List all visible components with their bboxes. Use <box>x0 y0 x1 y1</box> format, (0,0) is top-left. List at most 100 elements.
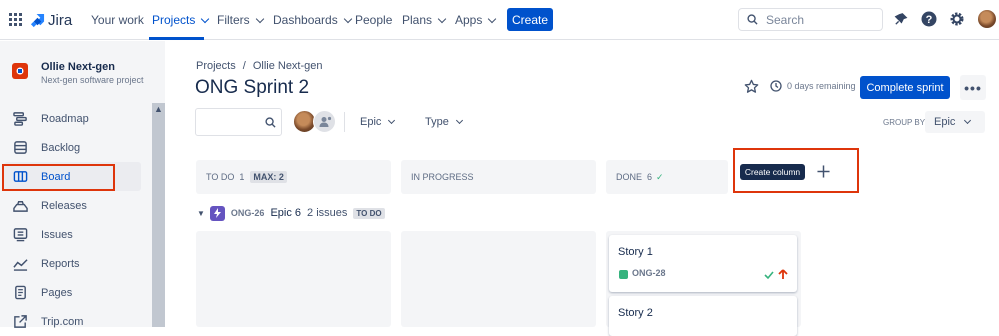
chevron-down-icon <box>343 14 352 23</box>
more-actions-button[interactable]: ••• <box>960 75 986 100</box>
status-badge: TO DO <box>353 207 385 219</box>
filter-divider <box>344 112 345 132</box>
column-header-in-progress[interactable]: IN PROGRESS <box>401 160 596 194</box>
sidebar-item-trip-com[interactable]: Trip.com <box>0 307 152 336</box>
column-header-todo[interactable]: TO DO 1 MAX: 2 <box>196 160 391 194</box>
chevron-down-icon <box>964 116 972 125</box>
search-icon <box>265 117 276 128</box>
sidebar-item-label: Reports <box>41 257 80 270</box>
epic-issue-count: 2 issues <box>307 207 348 219</box>
board-search-input[interactable] <box>195 108 282 136</box>
chevron-down-icon <box>201 14 210 23</box>
sidebar-item-label: Backlog <box>41 141 81 154</box>
epic-key: ONG-26 <box>230 208 265 218</box>
sidebar-item-label: Pages <box>41 286 73 299</box>
column-header-done[interactable]: DONE 6 ✓ <box>606 160 728 194</box>
star-icon[interactable] <box>744 79 759 99</box>
help-icon[interactable]: ? <box>920 10 938 28</box>
issue-card[interactable]: Story 1 ONG-28 <box>609 235 797 292</box>
app-switcher-icon[interactable] <box>6 10 24 28</box>
days-remaining: 0 days remaining <box>770 80 856 92</box>
clock-icon <box>770 80 782 92</box>
notifications-icon[interactable] <box>891 10 909 28</box>
search-icon <box>747 14 758 25</box>
project-avatar <box>12 63 28 79</box>
card-title: Story 2 <box>618 307 653 319</box>
chevron-down-icon <box>455 116 463 125</box>
project-name: Ollie Next-gen <box>41 61 115 73</box>
nav-people[interactable]: People <box>355 0 392 40</box>
epic-swimlane-header[interactable]: ▼ ONG-26 Epic 6 2 issues TO DO <box>197 204 385 222</box>
nav-dashboards[interactable]: Dashboards <box>273 0 352 40</box>
chevron-down-icon <box>437 14 447 23</box>
group-by-select[interactable]: Epic <box>925 111 985 133</box>
search-input[interactable]: Search <box>738 8 883 31</box>
add-people-button[interactable] <box>313 110 336 133</box>
card-title: Story 1 <box>618 246 653 258</box>
top-navigation: Jira Your work Projects Filters Dashboar… <box>0 0 999 40</box>
scrollbar-track <box>152 61 165 103</box>
create-button[interactable]: Create <box>507 8 553 31</box>
sidebar-item-label: Trip.com <box>41 315 84 328</box>
nav-filters[interactable]: Filters <box>217 0 264 40</box>
reports-icon <box>13 259 28 271</box>
chevron-down-icon <box>388 116 396 125</box>
highlight-box-create-column <box>733 148 859 193</box>
sidebar-item-backlog[interactable]: Backlog <box>0 133 152 162</box>
scroll-up-arrow-icon[interactable]: ▲ <box>154 104 163 114</box>
sidebar-item-reports[interactable]: Reports <box>0 249 152 278</box>
sidebar-item-roadmap[interactable]: Roadmap <box>0 104 152 133</box>
epic-filter[interactable]: Epic <box>360 112 396 132</box>
card-key: ONG-28 <box>632 268 666 278</box>
max-badge: MAX: 2 <box>250 171 287 183</box>
nav-plans[interactable]: Plans <box>402 0 447 40</box>
settings-gear-icon[interactable] <box>948 10 966 28</box>
check-icon: ✓ <box>656 171 664 182</box>
breadcrumb-project[interactable]: Ollie Next-gen <box>253 60 323 72</box>
column-body-todo[interactable] <box>196 231 391 327</box>
chevron-down-icon[interactable]: ▼ <box>197 209 205 218</box>
sidebar-item-label: Issues <box>41 228 73 241</box>
issues-icon <box>13 228 28 242</box>
sidebar-item-pages[interactable]: Pages <box>0 278 152 307</box>
complete-sprint-button[interactable]: Complete sprint <box>860 76 950 99</box>
issue-card[interactable]: Story 2 <box>609 296 797 336</box>
jira-logo[interactable]: Jira <box>30 0 72 40</box>
breadcrumb: Projects / Ollie Next-gen <box>196 60 323 72</box>
sidebar-item-label: Roadmap <box>41 112 89 125</box>
story-icon <box>619 270 628 279</box>
jira-logo-text: Jira <box>48 11 73 29</box>
pages-icon <box>15 285 26 300</box>
roadmap-icon <box>13 112 27 126</box>
breadcrumb-projects[interactable]: Projects <box>196 60 236 72</box>
priority-high-arrow-icon <box>778 269 788 279</box>
days-remaining-text: 0 days remaining <box>787 81 856 91</box>
releases-icon <box>13 201 28 212</box>
sidebar-item-label: Releases <box>41 199 87 212</box>
nav-apps[interactable]: Apps <box>455 0 497 40</box>
nav-active-indicator <box>149 37 204 40</box>
highlight-box-board <box>2 164 115 191</box>
column-body-in-progress[interactable] <box>401 231 596 327</box>
group-by-label: GROUP BY <box>883 118 926 127</box>
epic-icon <box>209 205 225 221</box>
backlog-icon <box>14 141 27 154</box>
type-filter[interactable]: Type <box>425 112 463 132</box>
add-person-icon <box>319 116 331 127</box>
sidebar-scrollbar[interactable] <box>152 103 165 327</box>
chevron-down-icon <box>488 14 497 23</box>
project-type: Next-gen software project <box>41 75 144 85</box>
chevron-down-icon <box>255 14 264 23</box>
nav-projects[interactable]: Projects <box>152 0 210 40</box>
jira-logo-icon <box>30 13 45 27</box>
breadcrumb-separator: / <box>242 60 246 72</box>
nav-your-work[interactable]: Your work <box>91 0 144 40</box>
search-placeholder: Search <box>766 12 805 27</box>
sidebar-item-releases[interactable]: Releases <box>0 191 152 220</box>
sidebar-item-issues[interactable]: Issues <box>0 220 152 249</box>
page-title: ONG Sprint 2 <box>195 77 310 98</box>
check-icon <box>764 271 774 280</box>
epic-name: Epic 6 <box>270 207 302 219</box>
svg-text:?: ? <box>926 14 933 26</box>
profile-avatar[interactable] <box>978 10 996 28</box>
